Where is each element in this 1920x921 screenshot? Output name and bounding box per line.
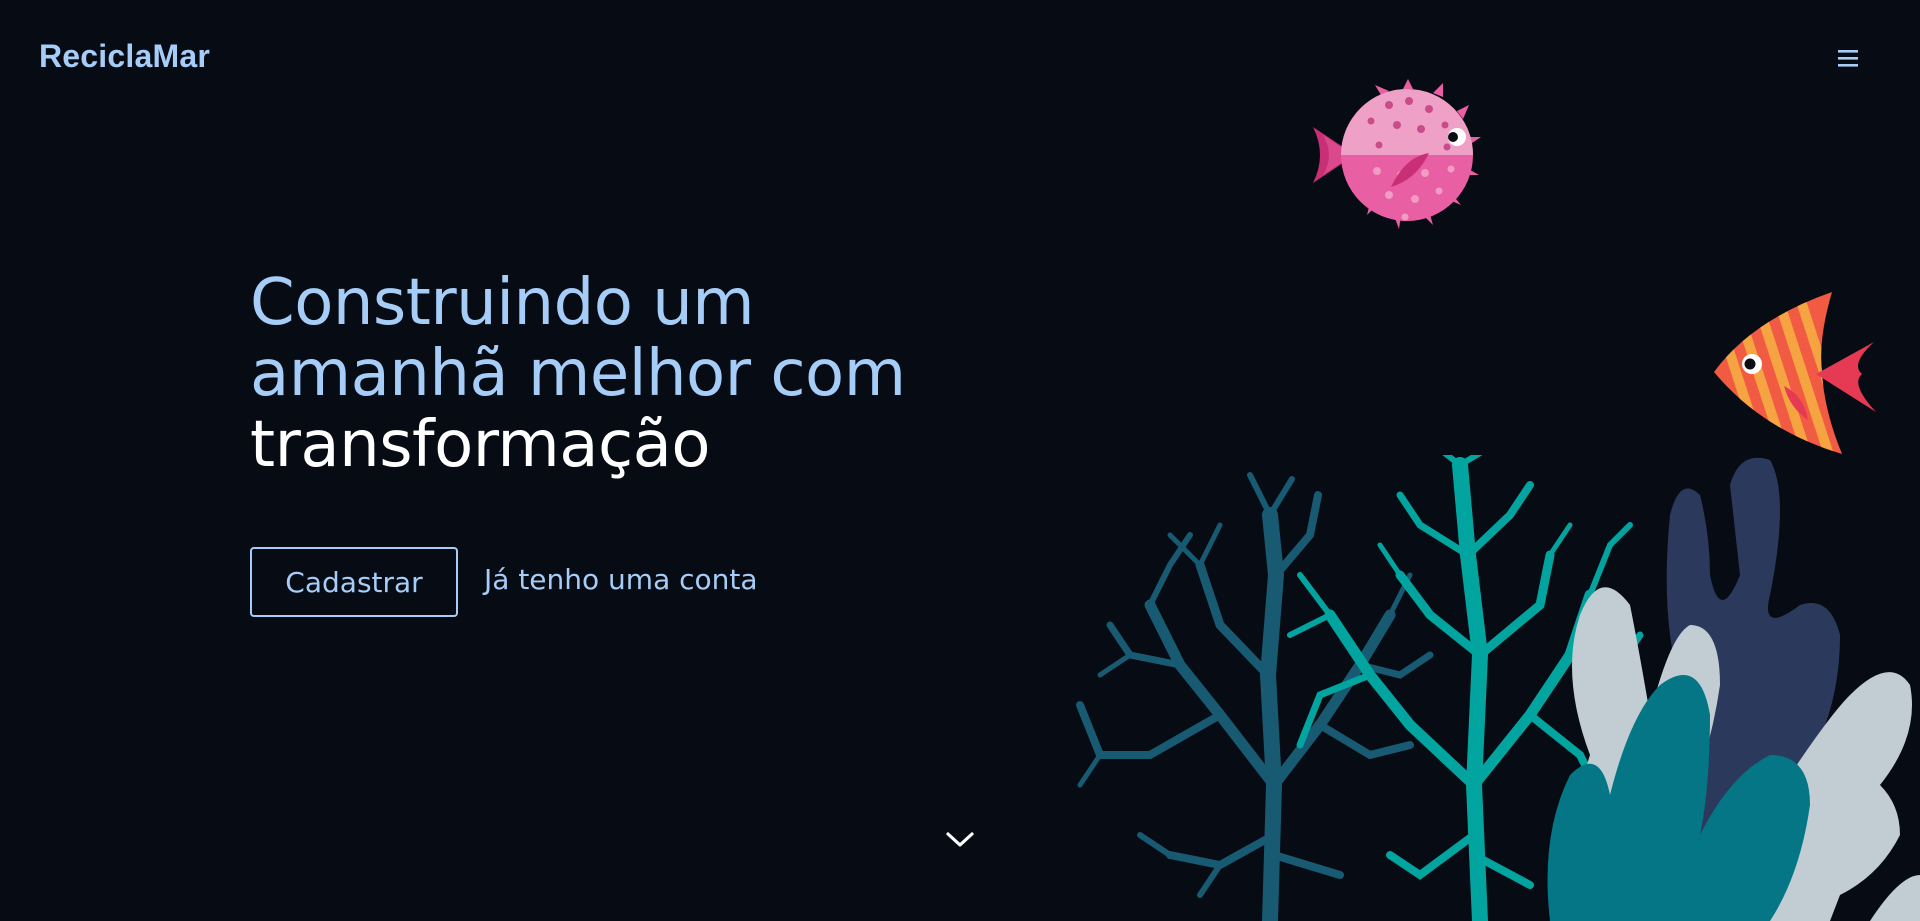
hamburger-menu-icon: [1838, 50, 1858, 67]
scroll-down-button[interactable]: [942, 825, 978, 855]
dark-teal-coral: [1076, 472, 1434, 921]
landing-page: ReciclaMar Construindo um amanhã melhor …: [0, 0, 1920, 921]
headline-line-3: transformação: [250, 408, 711, 482]
hero-headline: Construindo um amanhã melhor com transfo…: [250, 268, 906, 481]
coral-reef-illustration: [1076, 455, 1920, 921]
login-link[interactable]: Já tenho uma conta: [484, 563, 758, 596]
pufferfish-illustration: [1313, 79, 1481, 229]
menu-button[interactable]: [1830, 42, 1866, 78]
headline-line-1: Construindo um: [250, 266, 755, 340]
chevron-down-icon: [946, 832, 974, 847]
striped-fish-illustration: [1714, 292, 1876, 454]
brand-logo[interactable]: ReciclaMar: [39, 38, 210, 75]
signup-button[interactable]: Cadastrar: [250, 547, 458, 617]
headline-line-2: amanhã melhor com: [250, 337, 906, 411]
